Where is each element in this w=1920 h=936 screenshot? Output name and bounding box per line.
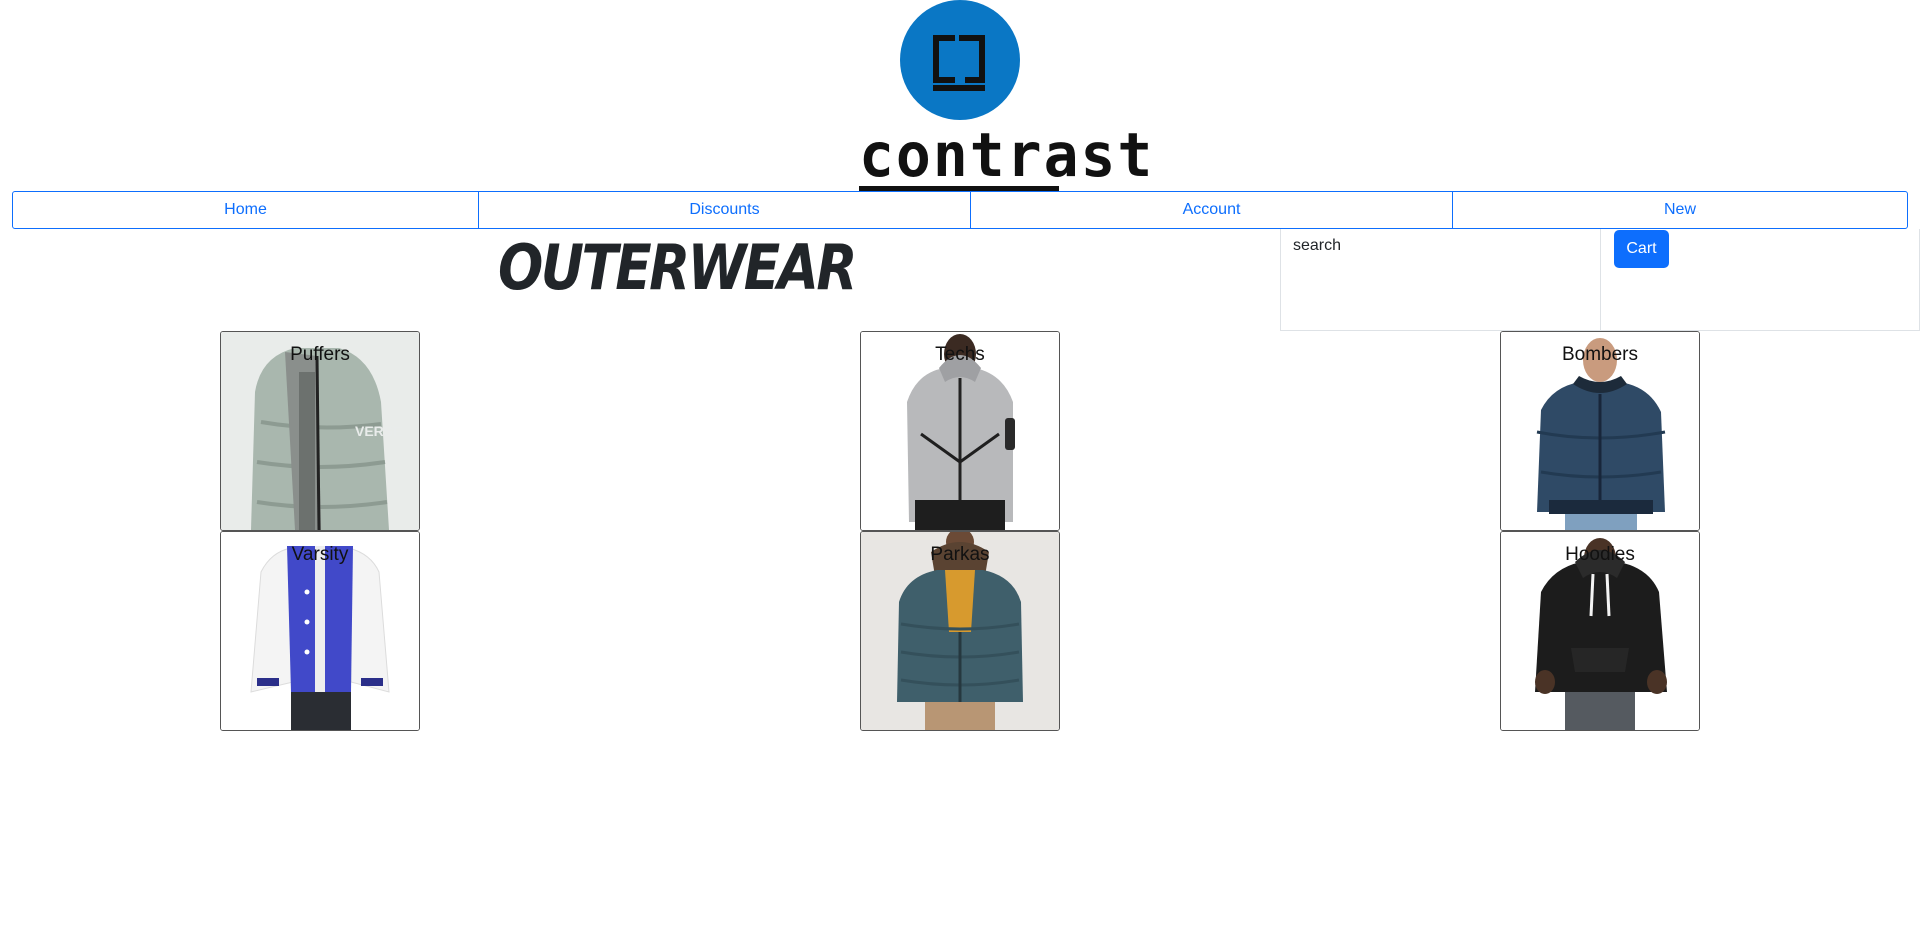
category-card-techs[interactable]: Techs — [860, 331, 1060, 531]
category-label: Puffers — [290, 344, 350, 365]
category-card-puffers[interactable]: VERSE Puffers — [220, 331, 420, 531]
category-label: Bombers — [1561, 344, 1639, 365]
logo-wordmark: contrast — [859, 119, 1155, 191]
cart-cell: Cart — [1600, 229, 1920, 331]
category-card-parkas[interactable]: Parkas — [860, 531, 1060, 731]
category-card-bombers[interactable]: Bombers — [1500, 331, 1700, 531]
nav-item-discounts[interactable]: Discounts — [478, 191, 971, 229]
nav-item-home[interactable]: Home — [12, 191, 479, 229]
category-card-varsity[interactable]: Varsity — [220, 531, 420, 731]
category-label: Hoodies — [1565, 544, 1635, 565]
search-input[interactable] — [1293, 233, 1583, 259]
page-title: OUTERWEAR — [498, 231, 857, 304]
category-label: Techs — [935, 344, 985, 365]
site-logo[interactable]: contrast — [859, 0, 1155, 192]
category-label: Parkas — [930, 544, 990, 565]
cart-button[interactable]: Cart — [1614, 230, 1669, 268]
category-card-hoodies[interactable]: Hoodies — [1500, 531, 1700, 731]
nav-item-new[interactable]: New — [1452, 191, 1908, 229]
svg-text:VERSE: VERSE — [355, 423, 402, 439]
logo-circle — [900, 0, 1020, 120]
search-cell — [1280, 229, 1601, 331]
cj-monogram-icon — [933, 35, 985, 91]
main-nav: Home Discounts Account New — [12, 191, 1908, 229]
category-label: Varsity — [291, 544, 349, 565]
nav-item-account[interactable]: Account — [970, 191, 1453, 229]
